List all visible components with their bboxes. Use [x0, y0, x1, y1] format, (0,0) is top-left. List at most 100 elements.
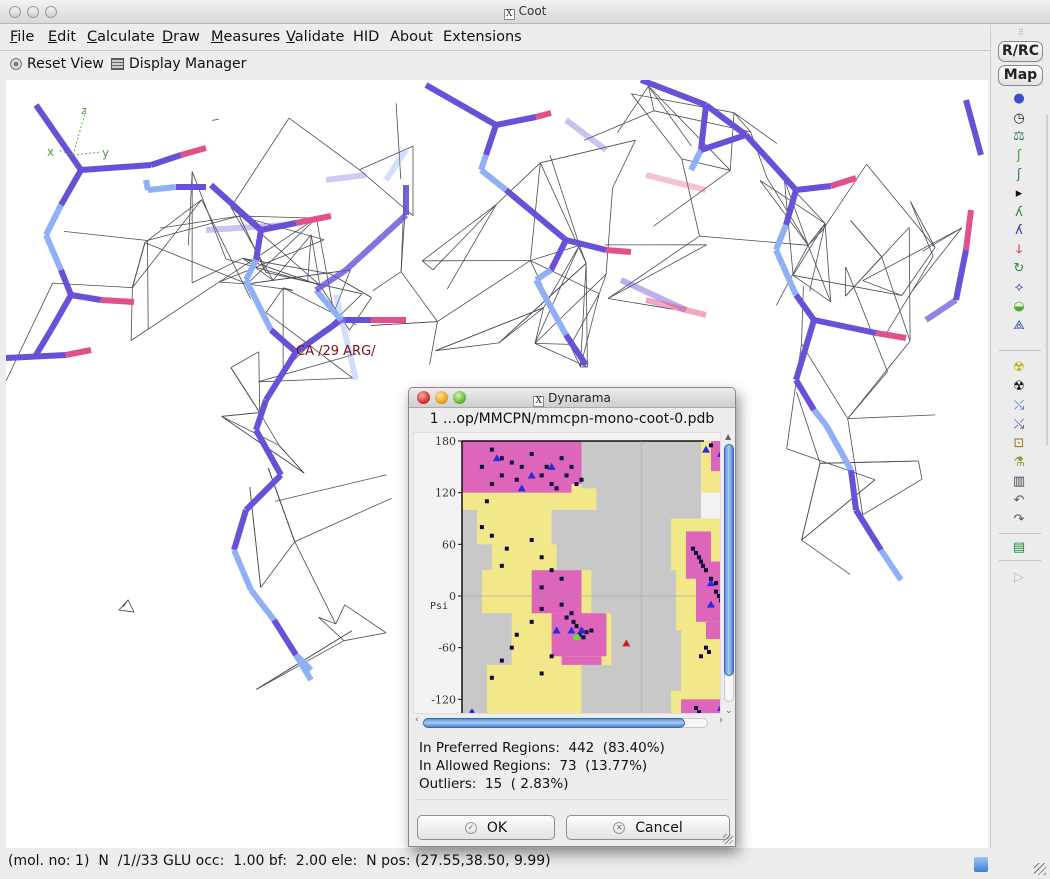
residue-point[interactable] — [539, 585, 544, 590]
vertical-scroll-thumb[interactable] — [724, 444, 734, 676]
residue-point[interactable] — [499, 563, 504, 568]
residue-point[interactable] — [519, 464, 524, 469]
residue-point[interactable] — [581, 635, 586, 640]
residue-point[interactable] — [559, 456, 564, 461]
residue-point[interactable] — [564, 473, 569, 478]
mutate-icon[interactable]: ʎ — [1011, 205, 1027, 221]
display-manager-button[interactable]: Display Manager — [111, 56, 246, 72]
residue-point[interactable] — [713, 589, 718, 594]
toolbar-drag-handle[interactable]: ⠿ — [1018, 28, 1025, 37]
menu-calculate[interactable]: Calculate — [87, 29, 155, 45]
residue-point[interactable] — [697, 555, 702, 560]
residue-point[interactable] — [499, 456, 504, 461]
residue-point[interactable] — [514, 632, 519, 637]
residue-point[interactable] — [489, 447, 494, 452]
menu-file[interactable]: File — [10, 29, 34, 45]
radiation-icon[interactable]: ☢ — [1011, 379, 1027, 395]
flask-icon[interactable]: ⚗ — [1011, 455, 1027, 471]
side-chain-180-icon[interactable]: ⟡ — [1011, 280, 1027, 296]
scroll-down-arrow-icon[interactable]: ⌄ — [725, 706, 733, 716]
horizontal-scroll-thumb[interactable] — [423, 718, 685, 728]
residue-point[interactable] — [564, 615, 569, 620]
residue-point[interactable] — [694, 705, 699, 710]
residue-point[interactable] — [549, 654, 554, 659]
residue-point[interactable] — [694, 550, 699, 555]
residue-point[interactable] — [479, 525, 484, 530]
residue-point[interactable] — [574, 624, 579, 629]
ok-button[interactable]: ✓ OK — [417, 815, 555, 840]
rotamer-icon[interactable]: ↆ — [1011, 242, 1027, 258]
reset-view-button[interactable]: Reset View — [10, 56, 104, 72]
dialog-resize-grip[interactable] — [723, 834, 733, 844]
toolbar-scrollbar[interactable] — [1046, 115, 1048, 445]
menu-extensions[interactable]: Extensions — [443, 29, 522, 45]
residue-point[interactable] — [703, 645, 708, 650]
residue-point[interactable] — [569, 611, 574, 616]
mutate-autofit-icon[interactable]: ʎ — [1011, 223, 1027, 239]
residue-point[interactable] — [489, 482, 494, 487]
map-button[interactable]: Map — [998, 65, 1043, 86]
residue-point[interactable] — [499, 658, 504, 663]
go-to-atom-icon[interactable]: ⊡ — [1011, 436, 1027, 452]
residue-point[interactable] — [708, 443, 713, 448]
add-alt-conf-icon[interactable]: ʃ — [1011, 167, 1027, 183]
window-resize-grip[interactable] — [1034, 863, 1046, 875]
plot-vertical-scrollbar[interactable]: ▲ ⌄ — [723, 432, 735, 716]
residue-point[interactable] — [489, 533, 494, 538]
residue-point[interactable] — [697, 710, 702, 714]
menu-measures[interactable]: Measures — [211, 29, 280, 45]
selected-residue-point[interactable] — [573, 634, 580, 641]
residue-point[interactable] — [509, 645, 514, 650]
residue-point[interactable] — [479, 464, 484, 469]
residue-point[interactable] — [504, 546, 509, 551]
residue-point[interactable] — [716, 594, 721, 598]
residue-point[interactable] — [579, 477, 584, 482]
residue-point[interactable] — [539, 473, 544, 478]
residue-point[interactable] — [584, 630, 589, 635]
residue-point[interactable] — [514, 477, 519, 482]
place-atom-icon[interactable]: ☢ — [1011, 360, 1027, 376]
residue-point[interactable] — [499, 473, 504, 478]
expand-arrow-icon[interactable]: ▷ — [1011, 570, 1027, 586]
residue-point[interactable] — [703, 568, 708, 573]
residue-point[interactable] — [699, 654, 703, 659]
trash-icon[interactable]: ▥ — [1011, 474, 1027, 490]
residue-point[interactable] — [529, 451, 534, 456]
menu-hid[interactable]: HID — [353, 29, 379, 45]
residue-point[interactable] — [713, 581, 718, 586]
plot-horizontal-scrollbar[interactable]: ‹ › — [413, 715, 723, 729]
display-color-icon[interactable]: ▤ — [1011, 540, 1027, 556]
residue-point[interactable] — [574, 482, 579, 487]
menu-draw[interactable]: Draw — [162, 29, 200, 45]
ramachandran-plot[interactable]: 180120600-60-120-180Psi — [414, 433, 721, 714]
residue-point[interactable] — [706, 649, 711, 654]
redo-icon[interactable]: ↷ — [1011, 512, 1027, 528]
pointer-icon[interactable]: ▸ — [1011, 186, 1027, 202]
flip-peptide-icon[interactable]: ↻ — [1011, 261, 1027, 277]
residue-point[interactable] — [544, 464, 549, 469]
ramachandran-plot-area[interactable]: 180120600-60-120-180Psi — [413, 432, 721, 714]
residue-point[interactable] — [484, 499, 489, 504]
residue-point[interactable] — [718, 598, 721, 603]
add-residue-icon[interactable]: ʃ — [1011, 148, 1027, 164]
residue-point[interactable] — [559, 602, 564, 607]
scroll-left-arrow-icon[interactable]: ‹ — [415, 715, 419, 725]
sphere-refine-icon[interactable]: ● — [1011, 91, 1027, 107]
residue-point[interactable] — [699, 559, 703, 564]
residue-point[interactable] — [529, 538, 534, 543]
residue-point[interactable] — [589, 628, 594, 633]
cancel-button[interactable]: ✕ Cancel — [566, 815, 730, 840]
scroll-up-arrow-icon[interactable]: ▲ — [725, 432, 731, 441]
edit-chi-icon[interactable]: ◒ — [1011, 299, 1027, 315]
residue-point[interactable] — [539, 671, 544, 676]
residue-point[interactable] — [489, 675, 494, 680]
delete-atom-icon[interactable]: ⤯ — [1011, 417, 1027, 433]
rrc-button[interactable]: R/RC — [998, 41, 1043, 62]
menu-about[interactable]: About — [390, 29, 433, 45]
residue-point[interactable] — [691, 546, 696, 551]
scroll-right-arrow-icon[interactable]: › — [719, 715, 723, 726]
add-terminal-residue-icon[interactable]: ⤯ — [1011, 398, 1027, 414]
residue-point[interactable] — [539, 555, 544, 560]
residue-point[interactable] — [529, 619, 534, 624]
dynarama-titlebar[interactable]: X Dynarama — [409, 388, 735, 408]
